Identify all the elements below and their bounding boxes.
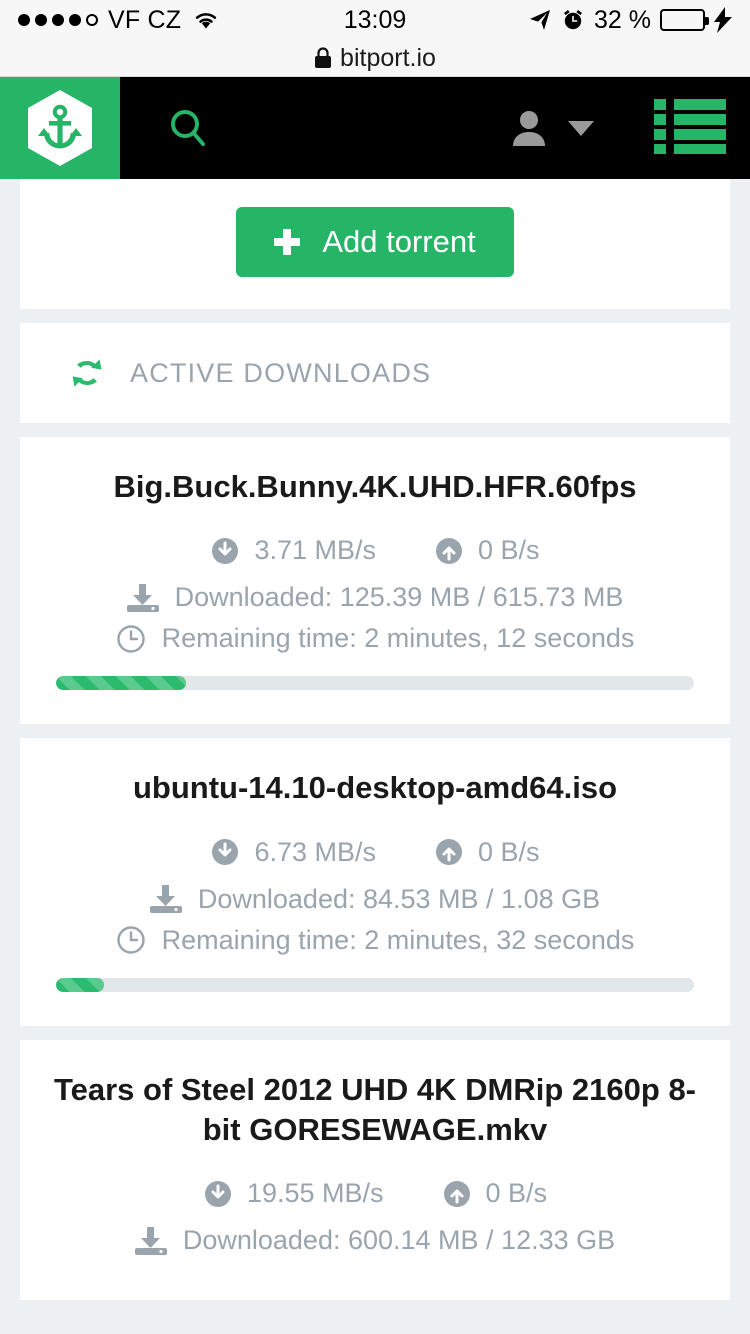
status-bar-right: 32 % [528,6,732,35]
list-menu-icon [654,98,726,154]
search-button[interactable] [166,106,210,150]
remaining-time-line: Remaining time: 2 minutes, 32 seconds [44,925,706,956]
active-downloads-header: ACTIVE DOWNLOADS [20,323,730,423]
torrent-name: Tears of Steel 2012 UHD 4K DMRip 2160p 8… [53,1071,697,1147]
downloaded-line: Downloaded: 125.39 MB / 615.73 MB [44,582,706,613]
downloaded-value: Downloaded: 600.14 MB / 12.33 GB [182,1225,616,1256]
user-menu-button[interactable] [512,109,594,147]
location-arrow-icon [528,8,552,32]
downloaded-line: Downloaded: 600.14 MB / 12.33 GB [44,1225,706,1256]
clock-icon [116,624,146,654]
alarm-clock-icon [561,8,585,32]
remaining-time-line: Remaining time: 2 minutes, 12 seconds [44,623,706,654]
torrent-item: Big.Buck.Bunny.4K.UHD.HFR.60fps 3.71 MB/… [20,437,730,724]
download-tray-icon [134,1226,167,1255]
download-speed-value: 19.55 MB/s [246,1178,384,1209]
upload-speed-value: 0 B/s [485,1178,548,1209]
add-torrent-card: Add torrent [20,179,730,309]
page-content: Add torrent ACTIVE DOWNLOADS Big.Buck.Bu… [0,179,750,1301]
download-tray-icon [126,583,159,612]
browser-url-bar[interactable]: bitport.io [0,40,750,77]
chevron-down-icon [568,120,594,136]
refresh-icon[interactable] [68,357,106,389]
torrent-card[interactable]: Tears of Steel 2012 UHD 4K DMRip 2160p 8… [20,1039,730,1301]
clock-icon [116,925,146,955]
app-header-right [512,98,750,159]
battery-icon [660,9,709,31]
upload-circle-icon [434,837,464,867]
anchor-logo-icon[interactable] [0,77,120,179]
ios-status-bar: VF CZ 13:09 32 % [0,0,750,40]
add-torrent-label: Add torrent [322,224,476,259]
user-icon [512,109,546,147]
upload-speed: 0 B/s [434,837,540,868]
download-circle-icon [203,1179,233,1209]
active-downloads-header-card: ACTIVE DOWNLOADS [20,323,730,423]
downloaded-value: Downloaded: 125.39 MB / 615.73 MB [174,582,624,613]
torrent-name: Big.Buck.Bunny.4K.UHD.HFR.60fps [113,469,637,504]
download-circle-icon [210,837,240,867]
remaining-time-value: Remaining time: 2 minutes, 32 seconds [161,924,635,955]
upload-speed: 0 B/s [434,535,540,566]
lock-icon [314,47,332,69]
download-speed: 6.73 MB/s [210,837,376,868]
download-speed: 3.71 MB/s [210,535,376,566]
add-torrent-button[interactable]: Add torrent [236,207,514,277]
menu-button[interactable] [654,98,726,159]
progress-bar [56,676,694,691]
torrent-speeds: 19.55 MB/s 0 B/s [44,1178,706,1209]
torrent-card[interactable]: Big.Buck.Bunny.4K.UHD.HFR.60fps 3.71 MB/… [20,437,730,725]
lightning-bolt-icon [714,7,732,33]
plus-icon [274,229,301,255]
torrent-item: ubuntu-14.10-desktop-amd64.iso 6.73 MB/s [20,738,730,1025]
upload-speed-value: 0 B/s [478,535,540,566]
download-tray-icon [149,885,182,914]
progress-bar-fill [56,977,105,992]
search-icon [166,106,210,150]
torrent-speeds: 3.71 MB/s 0 B/s [44,535,706,566]
url-text: bitport.io [340,43,436,72]
downloaded-line: Downloaded: 84.53 MB / 1.08 GB [44,884,706,915]
download-speed-value: 6.73 MB/s [254,836,377,867]
upload-speed: 0 B/s [442,1178,548,1209]
torrent-card[interactable]: ubuntu-14.10-desktop-amd64.iso 6.73 MB/s [20,738,730,1026]
upload-circle-icon [442,1179,472,1209]
downloaded-value: Downloaded: 84.53 MB / 1.08 GB [197,883,601,914]
add-torrent-bar: Add torrent [20,179,730,309]
remaining-time-value: Remaining time: 2 minutes, 12 seconds [161,623,635,654]
app-header [0,77,750,179]
progress-bar-fill [56,676,187,691]
download-circle-icon [210,536,240,566]
download-speed-value: 3.71 MB/s [254,535,377,566]
torrent-speeds: 6.73 MB/s 0 B/s [44,837,706,868]
battery-percent-label: 32 % [594,5,651,34]
torrent-item: Tears of Steel 2012 UHD 4K DMRip 2160p 8… [20,1040,730,1301]
torrent-name: ubuntu-14.10-desktop-amd64.iso [132,770,618,806]
download-speed: 19.55 MB/s [203,1178,384,1209]
upload-circle-icon [434,536,464,566]
upload-speed-value: 0 B/s [478,836,540,867]
progress-bar [56,977,694,992]
active-downloads-title: ACTIVE DOWNLOADS [130,357,432,388]
